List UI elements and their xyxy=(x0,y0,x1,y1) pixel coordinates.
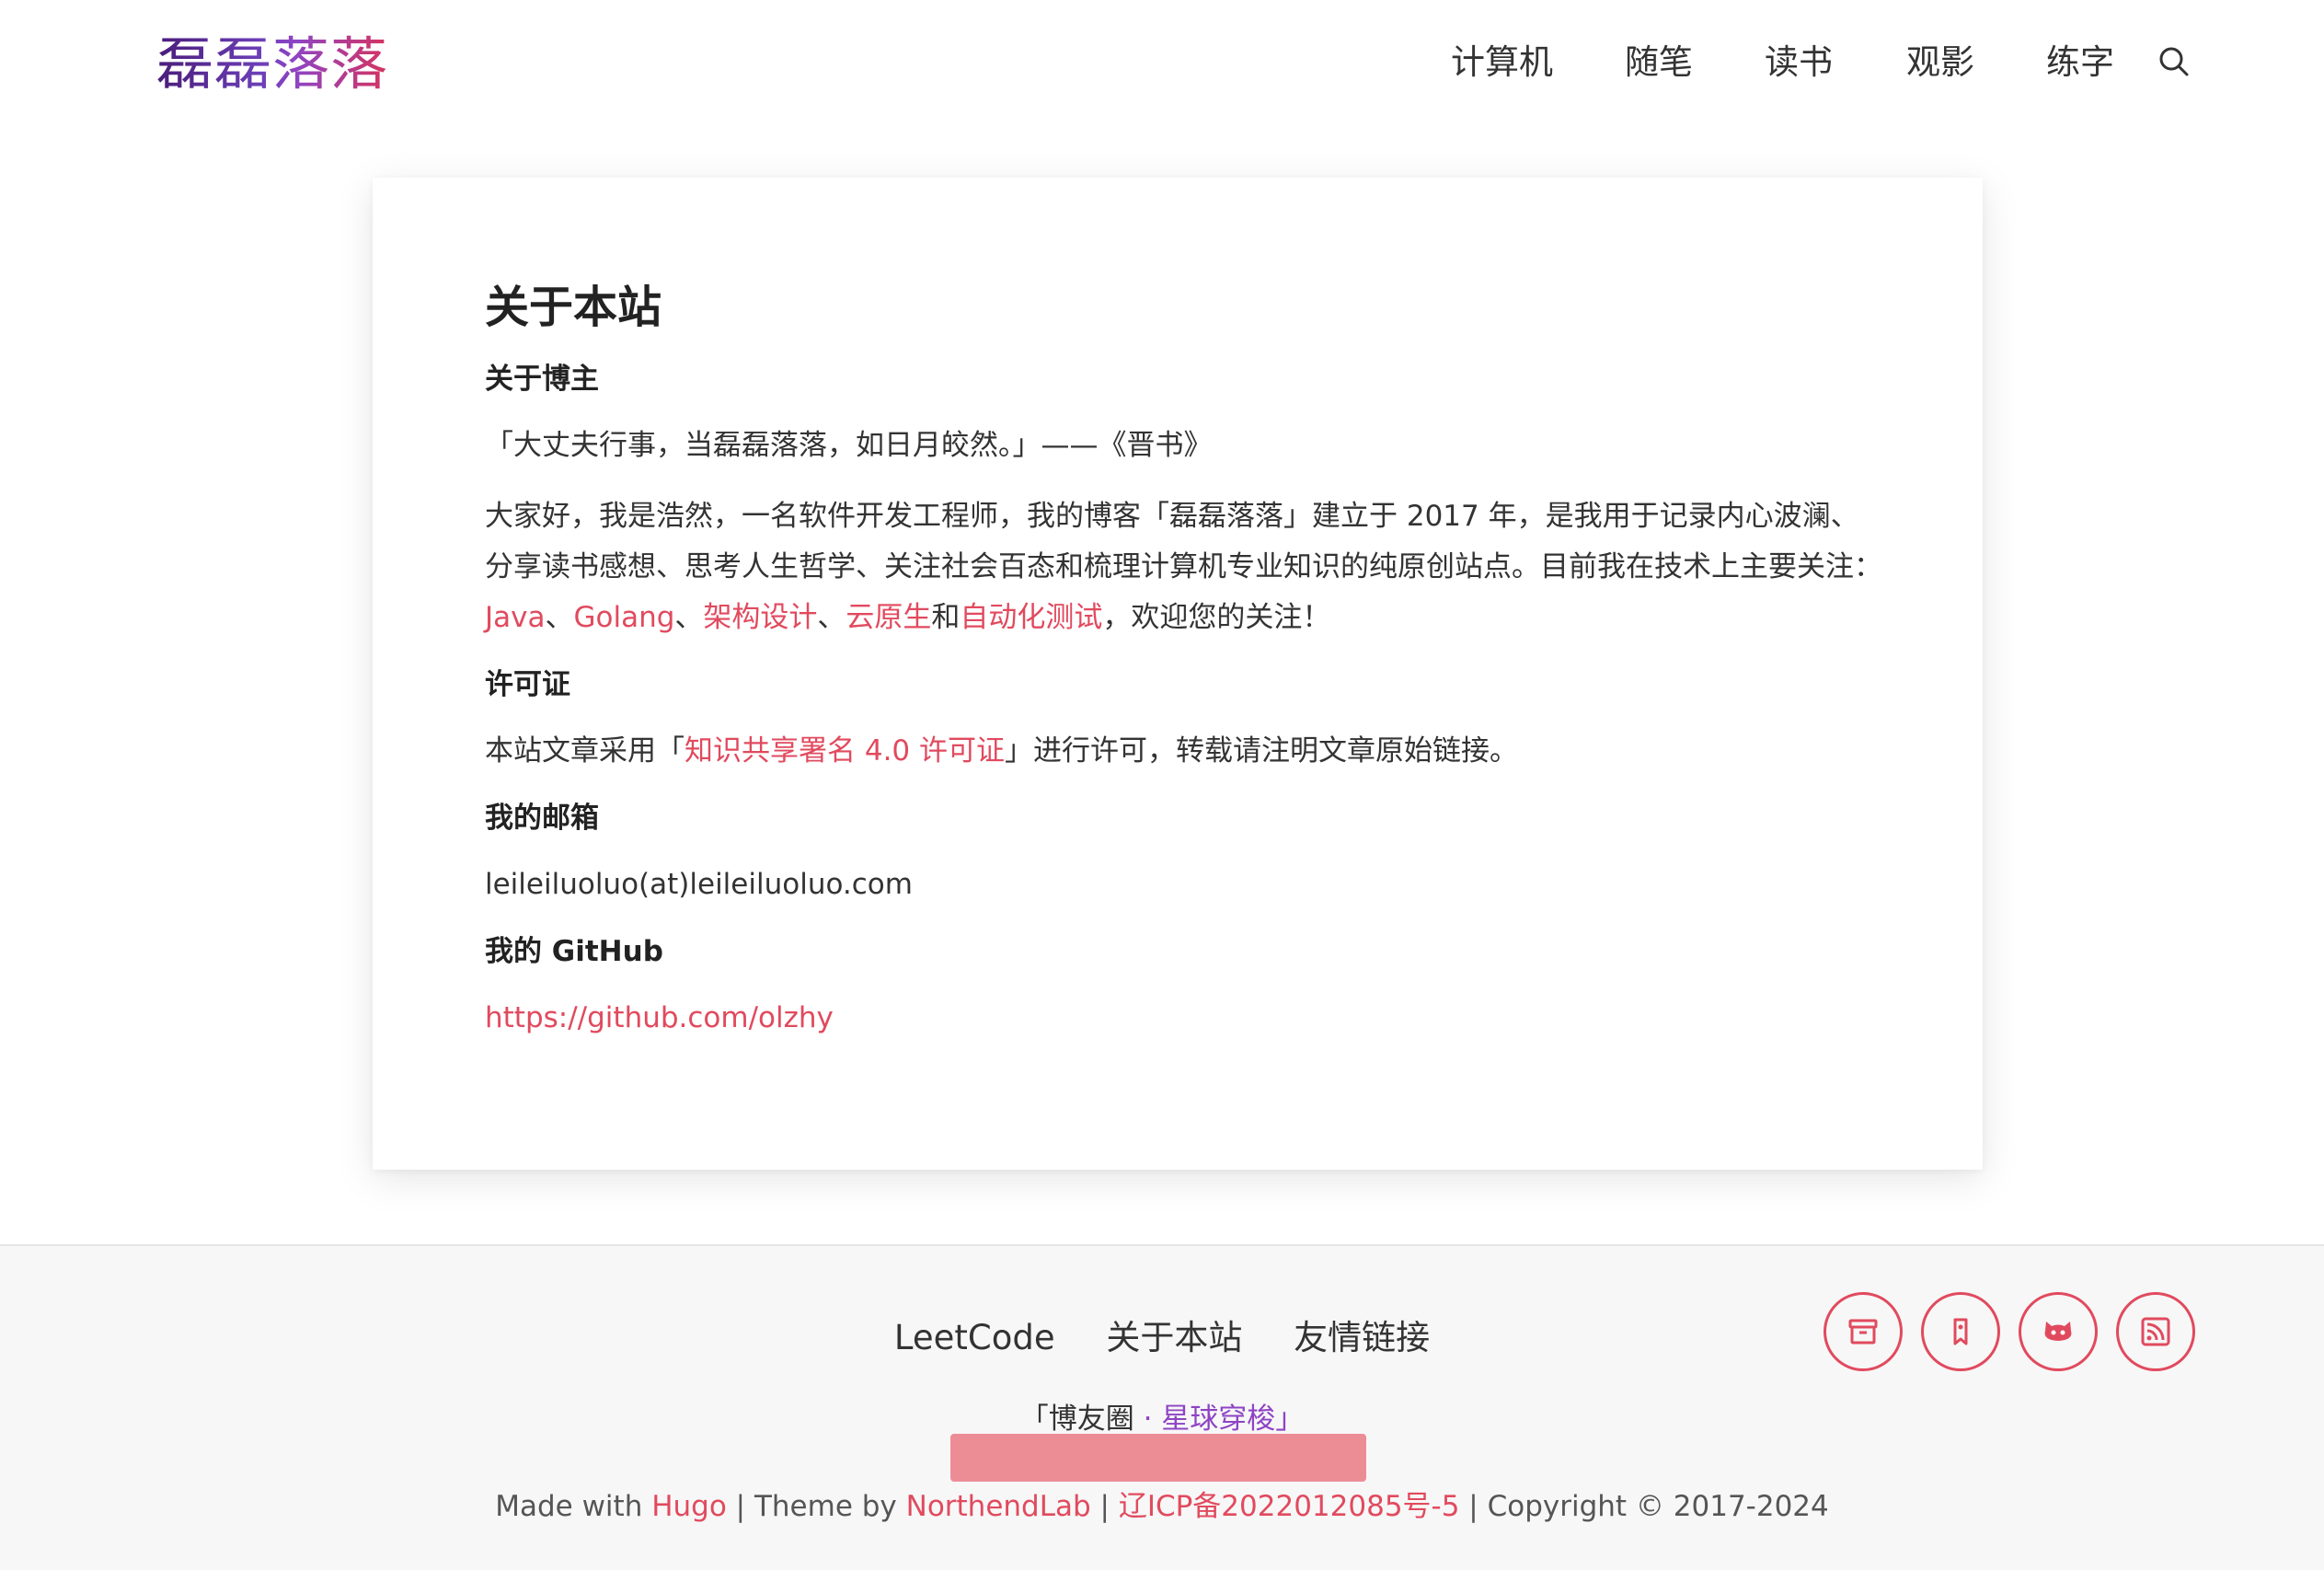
topic-link-architecture[interactable]: 架构设计 xyxy=(703,601,817,634)
topic-link-cloud-native[interactable]: 云原生 xyxy=(846,601,931,634)
friend-ring-link[interactable]: 博友圈 xyxy=(1049,1403,1134,1436)
license-suffix: 」进行许可，转载请注明文章原始链接。 xyxy=(1005,734,1519,768)
nav-item-calligraphy[interactable]: 练字 xyxy=(2046,35,2114,90)
github-heading: 我的 GitHub xyxy=(485,935,663,968)
conjunction: 和 xyxy=(931,601,961,634)
separator: 、 xyxy=(674,601,704,634)
topic-link-java[interactable]: Java xyxy=(485,601,545,634)
site-footer: LeetCode 关于本站 友情链接 「博友圈 · 星球穿梭」 Made wit… xyxy=(0,1244,2324,1570)
nav-item-reading[interactable]: 读书 xyxy=(1765,35,1833,90)
made-with-text: Made with xyxy=(495,1490,652,1523)
friend-ring-sep: · xyxy=(1133,1403,1162,1436)
rss-icon xyxy=(2141,1317,2170,1346)
footer-link-leetcode[interactable]: LeetCode xyxy=(894,1318,1055,1357)
theme-by-text: | Theme by xyxy=(726,1490,906,1523)
license-paragraph: 本站文章采用「知识共享署名 4.0 许可证」进行许可，转载请注明文章原始链接。 xyxy=(485,726,1883,777)
email-value: leileiluoluo(at)leileiluoluo.com xyxy=(485,868,913,901)
github-link[interactable]: https://github.com/olzhy xyxy=(485,1001,834,1034)
intro-paragraph: 大家好，我是浩然，一名软件开发工程师，我的博客「磊磊落落」建立于 2017 年，… xyxy=(485,491,1883,643)
nav-item-computer[interactable]: 计算机 xyxy=(1451,35,1553,90)
github-paragraph: https://github.com/olzhy xyxy=(485,993,1883,1044)
bookmark-button[interactable] xyxy=(1921,1292,2000,1371)
nav-item-movies[interactable]: 观影 xyxy=(1906,35,1974,90)
topic-link-automation-testing[interactable]: 自动化测试 xyxy=(960,601,1102,634)
icp-link[interactable]: 辽ICP备2022012085号-5 xyxy=(1119,1490,1460,1523)
site-header: 磊磊落落 计算机 随笔 读书 观影 练字 xyxy=(0,0,2324,129)
copyright-text: | Copyright © 2017-2024 xyxy=(1459,1490,1829,1523)
redaction-bar xyxy=(950,1434,1366,1482)
intro-prefix: 大家好，我是浩然，一名软件开发工程师，我的博客「磊磊落落」建立于 2017 年，… xyxy=(485,500,1882,583)
bookmark-icon xyxy=(1953,1318,1968,1345)
license-prefix: 本站文章采用「 xyxy=(485,734,685,768)
about-owner-heading: 关于博主 xyxy=(485,363,599,396)
footer-link-friends[interactable]: 友情链接 xyxy=(1294,1318,1430,1357)
email-heading: 我的邮箱 xyxy=(485,802,599,835)
intro-suffix: ，欢迎您的关注！ xyxy=(1102,601,1331,634)
license-heading: 许可证 xyxy=(485,668,570,701)
hugo-link[interactable]: Hugo xyxy=(651,1490,727,1523)
rss-button[interactable] xyxy=(2116,1292,2195,1371)
about-card: 关于本站 关于博主 「大丈夫行事，当磊磊落落，如日月皎然。」——《晋书》 大家好… xyxy=(373,178,1983,1170)
github-button[interactable] xyxy=(2019,1292,2098,1371)
about-content: 关于本站 关于博主 「大丈夫行事，当磊磊落落，如日月皎然。」——《晋书》 大家好… xyxy=(485,270,1883,1064)
page-title: 关于本站 xyxy=(485,282,662,333)
quote-text: 「大丈夫行事，当磊磊落落，如日月皎然。」——《晋书》 xyxy=(485,429,1213,462)
github-icon xyxy=(2044,1322,2072,1341)
license-link[interactable]: 知识共享署名 4.0 许可证 xyxy=(685,734,1005,768)
site-logo[interactable]: 磊磊落落 xyxy=(156,28,388,101)
separator: 、 xyxy=(545,601,574,634)
archive-icon xyxy=(1848,1319,1878,1345)
search-icon[interactable] xyxy=(2155,42,2195,83)
copyright-line: Made with Hugo | Theme by NorthendLab | … xyxy=(0,1481,2324,1532)
bracket-close: 」 xyxy=(1275,1403,1305,1436)
theme-link[interactable]: NorthendLab xyxy=(906,1490,1091,1523)
separator: 、 xyxy=(817,601,846,634)
bracket-open: 「 xyxy=(1019,1403,1049,1436)
archive-button[interactable] xyxy=(1824,1292,1903,1371)
nav-item-essays[interactable]: 随笔 xyxy=(1625,35,1693,90)
topic-link-golang[interactable]: Golang xyxy=(573,601,674,634)
separator: | xyxy=(1090,1490,1119,1523)
star-shuttle-link[interactable]: 星球穿梭 xyxy=(1161,1403,1275,1436)
footer-link-about[interactable]: 关于本站 xyxy=(1106,1318,1242,1357)
